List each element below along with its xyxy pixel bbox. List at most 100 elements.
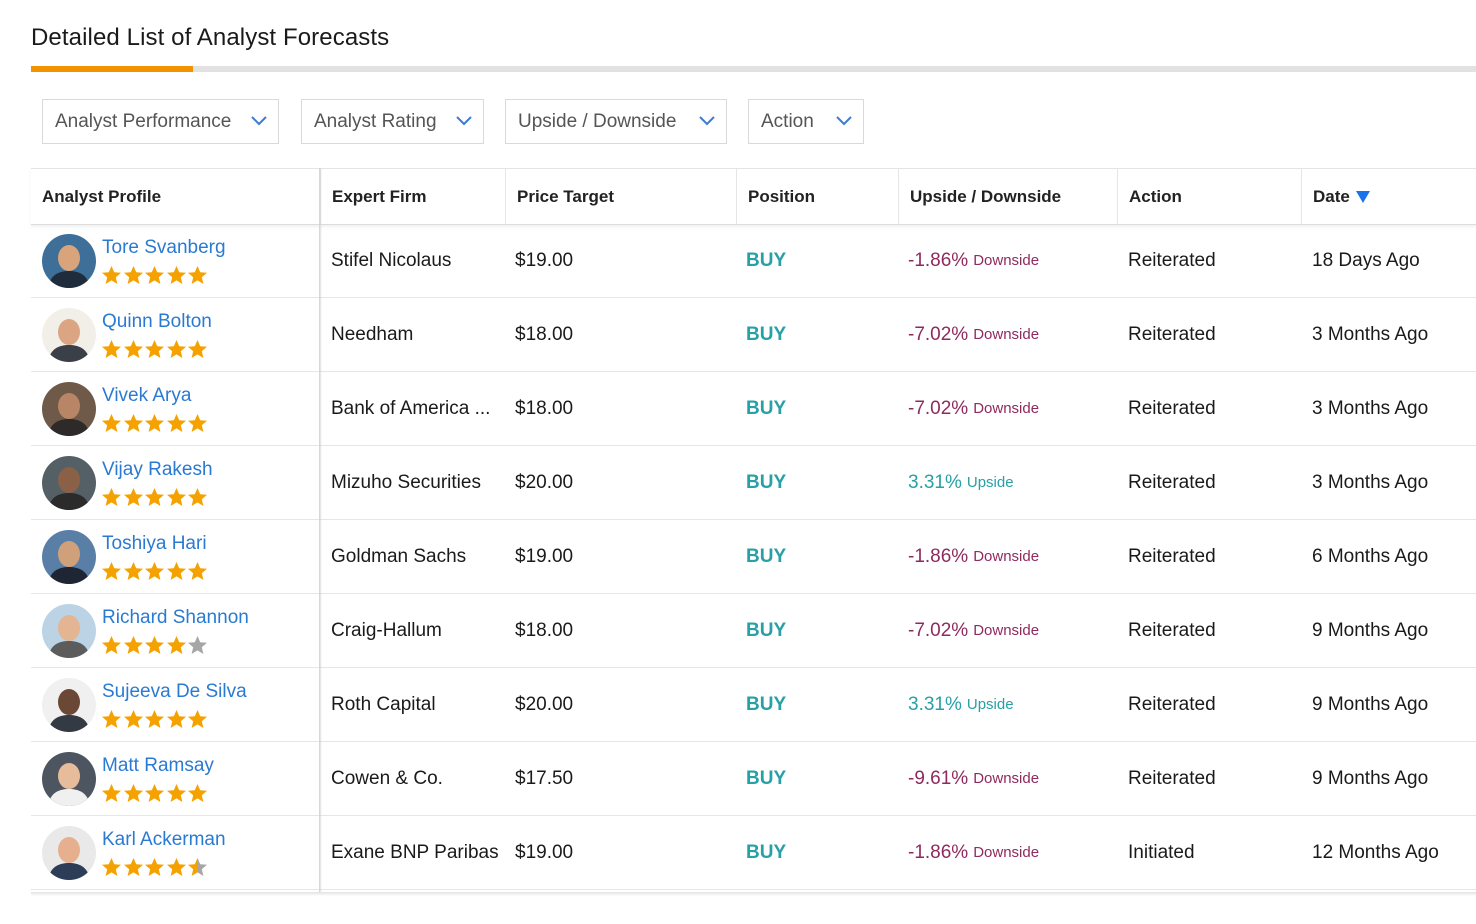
- expert-firm-cell: Roth Capital: [331, 668, 505, 741]
- star-icon: [123, 340, 143, 358]
- filter-analyst-rating[interactable]: Analyst Rating: [301, 99, 484, 144]
- action-text: Initiated: [1128, 841, 1195, 863]
- firm-name: Goldman Sachs: [331, 545, 467, 567]
- chevron-down-icon: [456, 116, 472, 126]
- star-icon: [123, 414, 143, 432]
- avatar[interactable]: [42, 382, 96, 436]
- filter-label: Upside / Downside: [518, 110, 677, 132]
- col-price-target[interactable]: Price Target: [505, 169, 736, 224]
- col-position[interactable]: Position: [736, 169, 898, 224]
- star-icon: [188, 266, 207, 284]
- chevron-down-icon: [836, 116, 852, 126]
- star-icon: [166, 562, 186, 580]
- filter-analyst-performance[interactable]: Analyst Performance: [42, 99, 279, 144]
- position-cell: BUY: [746, 372, 898, 445]
- table-row: Quinn Bolton Needham $18.00 BUY -7.02% Downsi…: [31, 298, 1476, 372]
- analyst-profile-cell: Quinn Bolton: [31, 298, 320, 371]
- star-icon: [166, 488, 186, 506]
- star-icon: [102, 710, 121, 728]
- position-badge: BUY: [746, 619, 787, 641]
- action-text: Reiterated: [1128, 693, 1216, 715]
- analyst-name-link[interactable]: Quinn Bolton: [102, 311, 212, 333]
- firm-name: Cowen & Co.: [331, 767, 443, 789]
- star-icon: [166, 340, 186, 358]
- analyst-name-link[interactable]: Toshiya Hari: [102, 533, 207, 555]
- analyst-profile-cell: Vijay Rakesh: [31, 446, 320, 519]
- avatar[interactable]: [42, 826, 96, 880]
- price-target-cell: $18.00: [515, 594, 736, 667]
- firm-name: Stifel Nicolaus: [331, 249, 452, 271]
- star-icon: [145, 784, 164, 802]
- upside-direction: Downside: [973, 844, 1040, 861]
- action-text: Reiterated: [1128, 323, 1216, 345]
- upside-percent: 3.31%: [908, 471, 962, 493]
- analyst-name-link[interactable]: Sujeeva De Silva: [102, 681, 247, 703]
- filter-upside-downside[interactable]: Upside / Downside: [505, 99, 727, 144]
- chevron-down-icon: [699, 116, 715, 126]
- price-target-cell: $18.00: [515, 372, 736, 445]
- col-expert-firm[interactable]: Expert Firm: [320, 169, 505, 224]
- price-target: $18.00: [515, 619, 574, 641]
- star-icon: [145, 488, 164, 506]
- col-action[interactable]: Action: [1117, 169, 1301, 224]
- upside-downside-cell: -1.86% Downside: [908, 224, 1117, 297]
- action-cell: Reiterated: [1128, 742, 1301, 815]
- date-cell: 6 Months Ago: [1312, 520, 1476, 593]
- price-target: $20.00: [515, 471, 574, 493]
- date-cell: 3 Months Ago: [1312, 298, 1476, 371]
- analyst-profile-cell: Sujeeva De Silva: [31, 668, 320, 741]
- column-label: Action: [1129, 186, 1182, 206]
- action-cell: Reiterated: [1128, 298, 1301, 371]
- star-icon: [102, 636, 121, 654]
- star-rating: [101, 709, 209, 731]
- star-icon: [102, 414, 121, 432]
- star-icon: [102, 340, 121, 358]
- analyst-name-link[interactable]: Richard Shannon: [102, 607, 249, 629]
- avatar[interactable]: [42, 678, 96, 732]
- star-rating: [101, 857, 209, 879]
- position-badge: BUY: [746, 471, 787, 493]
- upside-direction: Downside: [973, 770, 1040, 787]
- analyst-name-link[interactable]: Matt Ramsay: [102, 755, 214, 777]
- table-row: Karl Ackerman Exane BNP Paribas $19.00 BUY -…: [31, 816, 1476, 890]
- action-text: Reiterated: [1128, 619, 1216, 641]
- star-rating: [101, 413, 209, 435]
- price-target-cell: $19.00: [515, 816, 736, 889]
- star-icon: [102, 488, 121, 506]
- avatar[interactable]: [42, 234, 96, 288]
- star-icon: [102, 266, 121, 284]
- upside-direction: Upside: [966, 696, 1014, 713]
- action-text: Reiterated: [1128, 471, 1216, 493]
- star-icon: [166, 784, 186, 802]
- avatar[interactable]: [42, 604, 96, 658]
- star-icon: [102, 562, 121, 580]
- date-cell: 3 Months Ago: [1312, 446, 1476, 519]
- star-icon: [123, 488, 143, 506]
- avatar[interactable]: [42, 308, 96, 362]
- col-date[interactable]: Date: [1301, 169, 1476, 224]
- analyst-name-link[interactable]: Karl Ackerman: [102, 829, 226, 851]
- firm-name: Exane BNP Paribas: [331, 841, 499, 863]
- price-target: $19.00: [515, 545, 574, 567]
- star-icon: [166, 636, 186, 654]
- table-row: Toshiya Hari Goldman Sachs $19.00 BUY -1.86%…: [31, 520, 1476, 594]
- col-analyst-profile[interactable]: Analyst Profile: [31, 169, 320, 224]
- avatar[interactable]: [42, 752, 96, 806]
- date-text: 3 Months Ago: [1312, 471, 1429, 493]
- analyst-name-link[interactable]: Vivek Arya: [102, 385, 191, 407]
- column-label: Price Target: [517, 186, 615, 206]
- upside-percent: -1.86%: [908, 841, 969, 863]
- analyst-name-link[interactable]: Vijay Rakesh: [102, 459, 213, 481]
- table-bottom-edge: [31, 892, 1476, 896]
- analyst-name-link[interactable]: Tore Svanberg: [102, 237, 226, 259]
- expert-firm-cell: Needham: [331, 298, 505, 371]
- avatar[interactable]: [42, 456, 96, 510]
- table-row: Matt Ramsay Cowen & Co. $17.50 BUY -9.61% Dow…: [31, 742, 1476, 816]
- filter-action[interactable]: Action: [748, 99, 864, 144]
- position-cell: BUY: [746, 224, 898, 297]
- star-icon: [123, 266, 143, 284]
- column-label: Analyst Profile: [42, 186, 162, 206]
- col-upside-downside[interactable]: Upside / Downside: [898, 169, 1117, 224]
- position-badge: BUY: [746, 545, 787, 567]
- avatar[interactable]: [42, 530, 96, 584]
